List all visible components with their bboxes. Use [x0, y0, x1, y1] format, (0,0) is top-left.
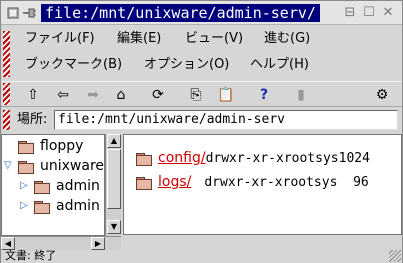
file-row[interactable]: config/drwxr-xr-xrootsys1024: [136, 148, 370, 168]
tree-item-label: unixware: [40, 158, 105, 174]
file-meta: drwxr-xr-xrootsys1024: [205, 151, 370, 166]
menu-options[interactable]: オプション(O): [144, 55, 229, 75]
close-icon[interactable]: ✕: [381, 5, 395, 20]
window-menu-icon[interactable]: [7, 7, 19, 19]
location-bar: 場所: file:/mnt/unixware/admin-serv: [1, 108, 402, 132]
scroll-down-icon[interactable]: ▼: [107, 220, 121, 234]
tree-item-label: floppy: [40, 138, 84, 154]
tree-horizontal-scrollbar[interactable]: ◀ ▶: [1, 236, 121, 250]
menu-bar: ファイル(F) 編集(E) ビュー(V) 進む(G) ブックマーク(B) オプシ…: [1, 28, 402, 80]
file-manager-window: file:/mnt/unixware/admin-serv/ ⊟ ☐ ✕ ファイ…: [0, 0, 403, 263]
location-input[interactable]: file:/mnt/unixware/admin-serv: [54, 110, 398, 130]
back-arrow-icon[interactable]: ⇦: [53, 85, 73, 105]
collapsed-arrow-icon[interactable]: ▷: [20, 181, 30, 191]
scroll-right-icon[interactable]: ▶: [91, 237, 105, 250]
home-icon[interactable]: ⌂: [111, 85, 131, 105]
maximize-icon[interactable]: ☐: [362, 5, 376, 20]
directory-tree: floppy ▽ unixware ▷ admin ▷ admin: [1, 134, 105, 236]
tree-item-label: admin: [56, 198, 100, 214]
folder-icon: [18, 160, 34, 174]
tree-item-label: admin: [56, 178, 100, 194]
toolbar: ⇧ ⇦ ➡ ⌂ ⟳ ⎘ 📋 ? ▮ ⚙: [1, 81, 402, 107]
menu-view[interactable]: ビュー(V): [185, 29, 243, 49]
stop-icon[interactable]: ▮: [291, 85, 311, 105]
tree-item-admin[interactable]: ▷ admin: [20, 197, 100, 215]
menu-go[interactable]: 進む(G): [264, 29, 310, 49]
location-label: 場所:: [17, 112, 48, 127]
folder-icon: [18, 140, 34, 154]
folder-icon: [136, 152, 152, 166]
pin-icon[interactable]: [23, 7, 36, 19]
file-meta: drwxr-xr-xrootsys 96: [204, 175, 369, 190]
menu-edit[interactable]: 編集(E): [117, 29, 161, 49]
expanded-arrow-icon[interactable]: ▽: [4, 161, 14, 171]
resize-grip[interactable]: [389, 250, 401, 262]
scroll-thumb[interactable]: [107, 149, 121, 209]
tree-vertical-scrollbar[interactable]: ▲ ▼: [105, 134, 121, 236]
folder-icon: [136, 176, 152, 190]
collapsed-arrow-icon[interactable]: ▷: [20, 201, 30, 211]
folder-icon: [34, 200, 50, 214]
scroll-up-icon[interactable]: ▲: [107, 134, 121, 148]
title-bar[interactable]: file:/mnt/unixware/admin-serv/ ⊟ ☐ ✕: [1, 1, 402, 25]
folder-icon: [34, 180, 50, 194]
tree-item-unixware[interactable]: ▽ unixware: [4, 157, 104, 175]
minimize-icon[interactable]: ⊟: [343, 5, 357, 20]
reload-icon[interactable]: ⟳: [148, 85, 168, 105]
file-list: config/drwxr-xr-xrootsys1024 logs/drwxr-…: [123, 134, 402, 235]
file-link[interactable]: logs/: [158, 174, 191, 190]
paste-icon[interactable]: 📋: [216, 85, 236, 105]
tree-item-admin[interactable]: ▷ admin: [20, 177, 100, 195]
help-icon[interactable]: ?: [254, 85, 274, 105]
forward-arrow-icon[interactable]: ➡: [83, 85, 103, 105]
menu-bookmarks[interactable]: ブックマーク(B): [25, 55, 122, 75]
settings-gear-icon[interactable]: ⚙: [372, 85, 392, 105]
menu-file[interactable]: ファイル(F): [25, 29, 95, 49]
file-row[interactable]: logs/drwxr-xr-xrootsys 96: [136, 172, 369, 192]
up-arrow-icon[interactable]: ⇧: [23, 85, 43, 105]
status-bar: 文書: 終了: [1, 249, 402, 263]
menu-help[interactable]: ヘルプ(H): [250, 55, 309, 75]
copy-icon[interactable]: ⎘: [186, 85, 206, 105]
status-text: 文書: 終了: [5, 249, 57, 262]
window-title: file:/mnt/unixware/admin-serv/: [41, 4, 320, 22]
file-link[interactable]: config/: [158, 150, 206, 166]
tree-item-floppy[interactable]: floppy: [4, 137, 83, 155]
